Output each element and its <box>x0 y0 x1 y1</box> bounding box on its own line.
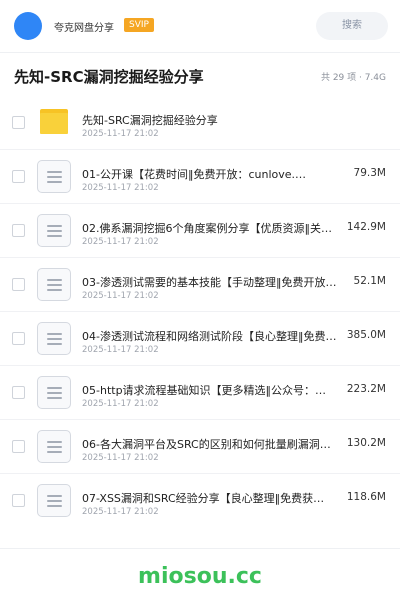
item-date: 2025-11-17 21:02 <box>82 453 159 463</box>
page-title: 先知-SRC漏洞挖掘经验分享 <box>14 68 204 86</box>
document-icon <box>37 214 71 247</box>
file-list: 先知-SRC漏洞挖掘经验分享 2025-11-17 21:02 01-公开课【花… <box>0 95 400 527</box>
item-date: 2025-11-17 21:02 <box>82 507 159 517</box>
item-name: 07-XSS漏洞和SRC经验分享【良心整理‖免费获… <box>82 492 325 505</box>
item-size: 52.1M <box>353 275 386 287</box>
row-checkbox[interactable] <box>12 386 25 399</box>
item-name: 先知-SRC漏洞挖掘经验分享 <box>82 114 218 127</box>
list-item[interactable]: 05-http请求流程基础知识【更多精选‖公众号：… 2025-11-17 21… <box>0 365 400 419</box>
svip-badge: SVIP <box>124 18 154 32</box>
item-size: 130.2M <box>346 437 386 449</box>
document-icon <box>37 160 71 193</box>
item-date: 2025-11-17 21:02 <box>82 345 159 355</box>
top-bar: 夸克网盘分享 SVIP 搜索 <box>0 0 400 52</box>
list-item[interactable]: 03-渗透测试需要的基本技能【手动整理‖免费开放：… 2025-11-17 21… <box>0 257 400 311</box>
watermark: miosou.cc <box>138 564 262 589</box>
folder-meta: 共 29 项 · 7.4G <box>320 73 386 83</box>
sharer-name: 夸克网盘分享 <box>54 23 114 34</box>
row-checkbox[interactable] <box>12 440 25 453</box>
avatar[interactable] <box>14 12 42 40</box>
item-date: 2025-11-17 21:02 <box>82 291 159 301</box>
list-item[interactable]: 07-XSS漏洞和SRC经验分享【良心整理‖免费获… 2025-11-17 21… <box>0 473 400 527</box>
row-checkbox[interactable] <box>12 224 25 237</box>
document-icon <box>37 484 71 517</box>
item-size: 79.3M <box>353 167 386 179</box>
item-date: 2025-11-17 21:02 <box>82 183 159 193</box>
search-button[interactable]: 搜索 <box>316 12 388 40</box>
row-checkbox[interactable] <box>12 332 25 345</box>
item-name: 06-各大漏洞平台及SRC的区别和如何批量刷漏洞【… <box>82 438 338 451</box>
item-name: 04-渗透测试流程和网络测试阶段【良心整理‖免费获… <box>82 330 338 343</box>
list-item[interactable]: 04-渗透测试流程和网络测试阶段【良心整理‖免费获… 2025-11-17 21… <box>0 311 400 365</box>
row-checkbox[interactable] <box>12 170 25 183</box>
document-icon <box>37 376 71 409</box>
item-name: 01-公开课【花费时间‖免费开放：cunlove.… <box>82 168 307 181</box>
row-checkbox[interactable] <box>12 278 25 291</box>
item-date: 2025-11-17 21:02 <box>82 129 159 139</box>
item-size: 223.2M <box>346 383 386 395</box>
document-icon <box>37 430 71 463</box>
item-date: 2025-11-17 21:02 <box>82 399 159 409</box>
list-item[interactable]: 02.佛系漏洞挖掘6个角度案例分享【优质资源‖关注… 2025-11-17 21… <box>0 203 400 257</box>
list-divider <box>0 548 400 549</box>
item-name: 03-渗透测试需要的基本技能【手动整理‖免费开放：… <box>82 276 338 289</box>
item-name: 05-http请求流程基础知识【更多精选‖公众号：… <box>82 384 327 397</box>
item-date: 2025-11-17 21:02 <box>82 237 159 247</box>
item-size: 118.6M <box>346 491 386 503</box>
item-name: 02.佛系漏洞挖掘6个角度案例分享【优质资源‖关注… <box>82 222 338 235</box>
document-icon <box>37 268 71 301</box>
row-checkbox[interactable] <box>12 494 25 507</box>
folder-header: 先知-SRC漏洞挖掘经验分享 共 29 项 · 7.4G <box>0 53 400 99</box>
folder-icon <box>40 109 68 134</box>
list-item[interactable]: 先知-SRC漏洞挖掘经验分享 2025-11-17 21:02 <box>0 95 400 149</box>
row-checkbox[interactable] <box>12 116 25 129</box>
item-size: 385.0M <box>346 329 386 341</box>
item-size: 142.9M <box>346 221 386 233</box>
document-icon <box>37 322 71 355</box>
list-item[interactable]: 01-公开课【花费时间‖免费开放：cunlove.… 2025-11-17 21… <box>0 149 400 203</box>
list-item[interactable]: 06-各大漏洞平台及SRC的区别和如何批量刷漏洞【… 2025-11-17 21… <box>0 419 400 473</box>
